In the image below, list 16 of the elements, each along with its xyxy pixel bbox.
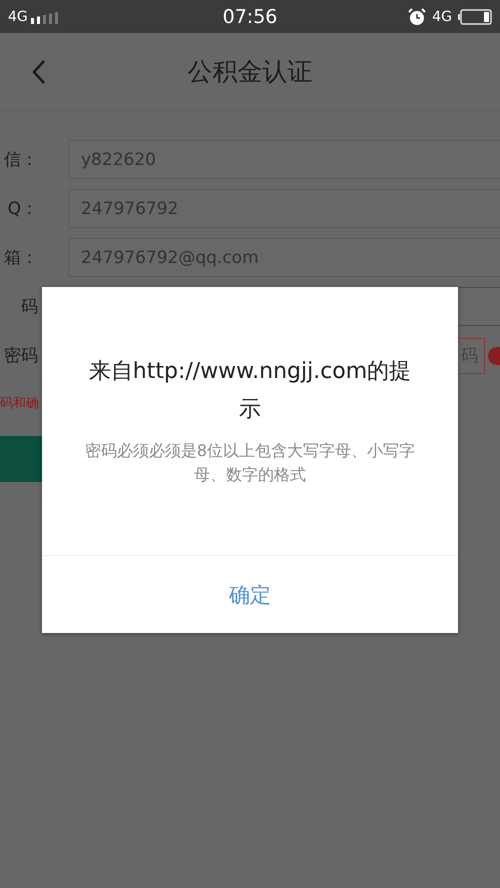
dialog-message: 密码必须必须是8位以上包含大写字母、小写字母、数字的格式 xyxy=(84,440,416,486)
network-label: 4G xyxy=(432,8,452,24)
signal-icon xyxy=(30,10,61,24)
field-label: Q： xyxy=(6,198,38,220)
error-message: 码和确 xyxy=(0,395,39,412)
field-label: 码 xyxy=(20,296,38,318)
clock: 07:56 xyxy=(222,6,278,28)
network-label: 4G xyxy=(8,8,28,24)
confirm-button[interactable]: 确定 xyxy=(42,555,458,633)
page-title: 公积金认证 xyxy=(186,56,314,88)
field-label: 信： xyxy=(3,149,38,171)
alarm-icon xyxy=(408,8,426,26)
field-label: 箱： xyxy=(3,247,38,269)
field-label: 密码 xyxy=(3,345,38,367)
dialog-title: 来自http://www.nngjj.com的提示 xyxy=(88,358,412,424)
battery-icon xyxy=(458,8,492,24)
